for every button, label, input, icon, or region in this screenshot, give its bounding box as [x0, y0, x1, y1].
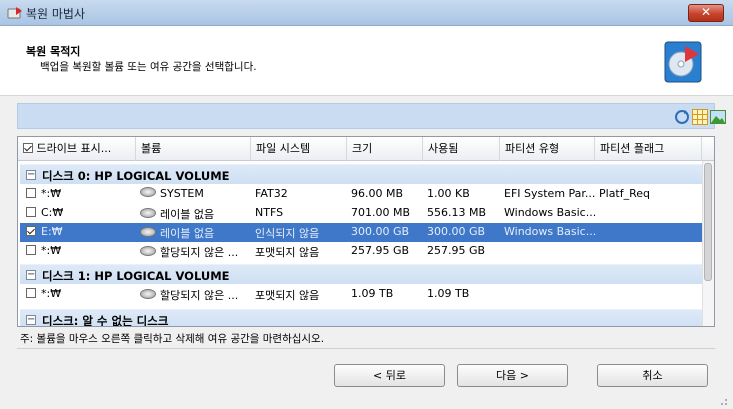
cell-used: 300.00 GB — [427, 225, 486, 238]
disk-group-label: 디스크 1: HP LOGICAL VOLUME — [42, 269, 230, 283]
cell-drive: C:₩ — [41, 206, 64, 219]
resize-grip-icon[interactable] — [718, 396, 728, 406]
table-row[interactable]: C:₩ 레이블 없음 NTFS 701.00 MB 556.13 MB Wind… — [20, 204, 704, 223]
cell-size: 96.00 MB — [351, 187, 404, 200]
page-subtitle: 백업을 복원할 볼륨 또는 여유 공간을 선택합니다. — [40, 61, 257, 73]
cancel-button[interactable]: 취소 — [597, 364, 708, 387]
cell-filesystem: 인식되지 않음 — [255, 227, 320, 240]
select-all-checkbox[interactable] — [23, 143, 33, 153]
back-button[interactable]: < 뒤로 — [334, 364, 445, 387]
page-title: 복원 목적지 — [26, 45, 81, 58]
cell-partition-flag: Platf_Req — [599, 187, 651, 200]
cell-filesystem: FAT32 — [255, 187, 288, 200]
refresh-icon[interactable] — [674, 109, 690, 125]
divider — [17, 348, 715, 349]
view-toolbar — [17, 103, 715, 129]
title-bar — [0, 0, 733, 26]
cell-used: 1.09 TB — [427, 287, 470, 300]
column-partition-flag[interactable]: 파티션 플래그 — [595, 137, 702, 161]
cell-partition-type: Windows Basic... — [504, 225, 596, 238]
row-checkbox[interactable] — [26, 207, 36, 217]
cell-drive: *:₩ — [41, 187, 62, 200]
cell-volume: 레이블 없음 — [140, 206, 250, 222]
collapse-icon[interactable]: − — [26, 270, 36, 280]
grid-view-icon[interactable] — [692, 109, 708, 125]
row-checkbox[interactable] — [26, 226, 36, 236]
table-row[interactable]: *:₩ 할당되지 않은 ... 포맷되지 않음 1.09 TB 1.09 TB — [20, 285, 704, 304]
collapse-icon[interactable]: − — [26, 170, 36, 180]
table-row[interactable]: *:₩ SYSTEM FAT32 96.00 MB 1.00 KB EFI Sy… — [20, 185, 704, 204]
next-button[interactable]: 다음 > — [457, 364, 568, 387]
disk-group-0[interactable]: − 디스크 0: HP LOGICAL VOLUME — [20, 164, 704, 184]
row-checkbox[interactable] — [26, 188, 36, 198]
volume-icon — [140, 187, 156, 197]
disk-group-2[interactable]: − 디스크: 알 수 없는 디스크 — [20, 309, 704, 327]
column-size[interactable]: 크기 — [347, 137, 423, 161]
volume-icon — [140, 289, 156, 299]
volume-icon — [140, 246, 156, 256]
disk-group-label: 디스크: 알 수 없는 디스크 — [42, 314, 169, 327]
window-title: 복원 마법사 — [26, 7, 86, 21]
image-view-icon[interactable] — [710, 109, 726, 125]
hint-note: 주: 볼륨을 마우스 오른쪽 클릭하고 삭제해 여유 공간을 마련하십시오. — [20, 333, 325, 345]
cell-used: 1.00 KB — [427, 187, 470, 200]
cell-volume: SYSTEM — [140, 187, 250, 200]
cell-size: 257.95 GB — [351, 244, 410, 257]
column-filesystem[interactable]: 파일 시스템 — [251, 137, 347, 161]
volume-icon — [140, 208, 156, 218]
scrollbar-thumb[interactable] — [704, 163, 712, 281]
cell-volume: 레이블 없음 — [140, 225, 250, 241]
row-checkbox[interactable] — [26, 245, 36, 255]
cell-size: 300.00 GB — [351, 225, 410, 238]
column-volume[interactable]: 볼륨 — [136, 137, 251, 161]
cell-filesystem: NTFS — [255, 206, 284, 219]
cell-partition-type: Windows Basic... — [504, 206, 596, 219]
collapse-icon[interactable]: − — [26, 315, 36, 325]
cell-volume: 할당되지 않은 ... — [140, 287, 252, 303]
cell-partition-type: EFI System Par... — [504, 187, 596, 200]
column-drive-label: 드라이브 표시... — [36, 142, 112, 155]
cell-drive: *:₩ — [41, 244, 62, 257]
column-drive[interactable]: 드라이브 표시... — [18, 137, 136, 161]
table-row-selected[interactable]: E:₩ 레이블 없음 인식되지 않음 300.00 GB 300.00 GB W… — [20, 223, 704, 242]
table-header: 드라이브 표시... 볼륨 파일 시스템 크기 사용됨 파티션 유형 파티션 플… — [18, 137, 714, 161]
cell-size: 1.09 TB — [351, 287, 394, 300]
cell-filesystem: 포맷되지 않음 — [255, 289, 320, 302]
row-checkbox[interactable] — [26, 288, 36, 298]
cell-drive: *:₩ — [41, 287, 62, 300]
restore-logo-icon — [664, 41, 702, 83]
column-used[interactable]: 사용됨 — [423, 137, 500, 161]
cell-used: 257.95 GB — [427, 244, 486, 257]
cell-volume: 할당되지 않은 ... — [140, 244, 252, 260]
table-row[interactable]: *:₩ 할당되지 않은 ... 포맷되지 않음 257.95 GB 257.95… — [20, 242, 704, 261]
volume-table: 드라이브 표시... 볼륨 파일 시스템 크기 사용됨 파티션 유형 파티션 플… — [17, 136, 715, 327]
cell-drive: E:₩ — [41, 225, 63, 238]
cell-size: 701.00 MB — [351, 206, 411, 219]
volume-icon — [140, 227, 156, 237]
restore-wizard-icon — [7, 7, 22, 19]
disk-group-label: 디스크 0: HP LOGICAL VOLUME — [42, 169, 230, 183]
column-partition-type[interactable]: 파티션 유형 — [500, 137, 595, 161]
cell-used: 556.13 MB — [427, 206, 487, 219]
cell-filesystem: 포맷되지 않음 — [255, 246, 320, 259]
close-button[interactable]: ✕ — [688, 4, 724, 22]
disk-group-1[interactable]: − 디스크 1: HP LOGICAL VOLUME — [20, 264, 704, 284]
